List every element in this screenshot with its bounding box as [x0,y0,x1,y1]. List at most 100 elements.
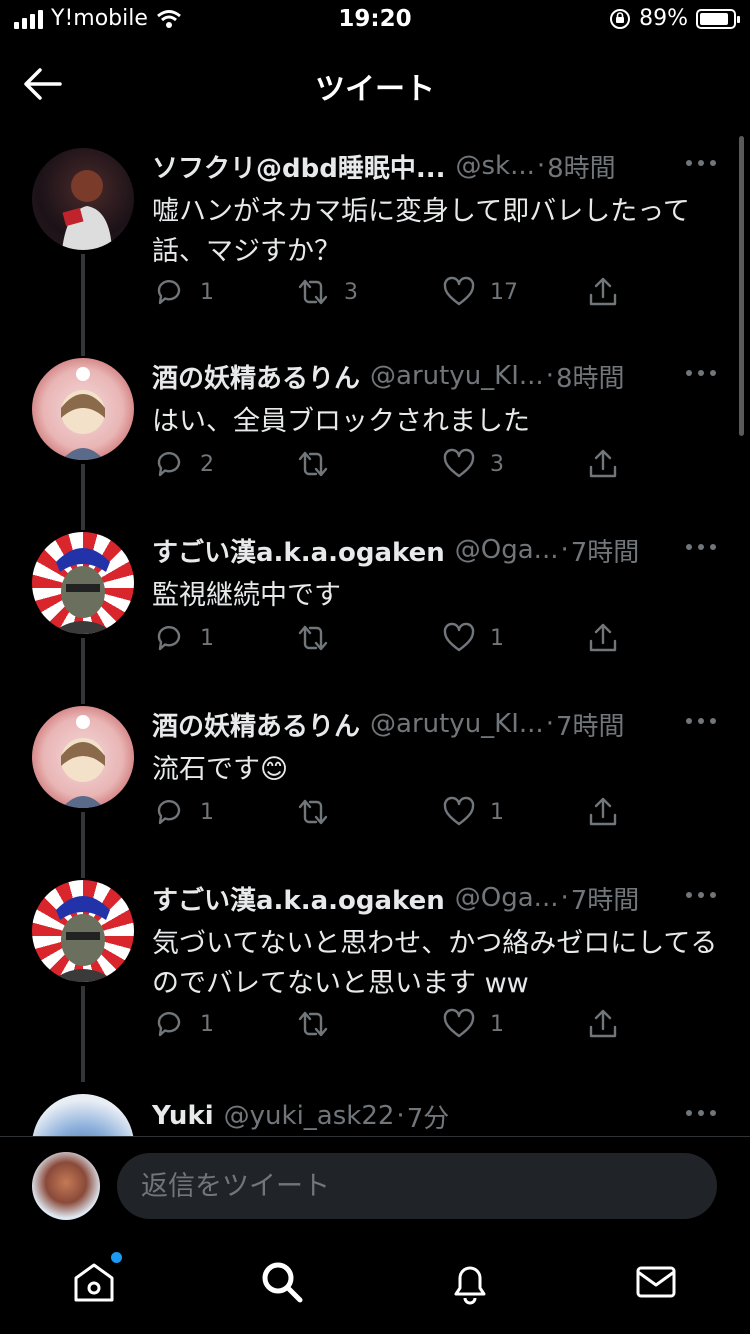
separator: · [560,535,569,565]
user-handle[interactable]: @arutyu_KI... [370,709,544,739]
avatar[interactable] [32,148,134,250]
avatar[interactable] [32,358,134,460]
reply-button[interactable]: 1 [152,1004,214,1044]
thread-connector [81,638,85,686]
separator: · [536,151,546,181]
more-options-icon[interactable] [686,544,716,554]
thread-connector [81,860,85,878]
home-icon [74,1263,114,1302]
retweet-icon [298,279,328,305]
display-name[interactable]: すごい漢a.k.a.ogaken [152,880,445,917]
tab-search[interactable] [256,1256,308,1308]
timestamp[interactable]: 8時間 [547,148,616,185]
display-name[interactable]: すごい漢a.k.a.ogaken [152,532,445,569]
tweet-text: 監視継続中です [152,580,341,611]
avatar[interactable] [32,532,134,634]
heart-icon [443,796,475,826]
retweet-button[interactable]: 3 [296,272,358,312]
like-button[interactable]: 1 [442,792,504,832]
heart-icon [443,1008,475,1038]
like-button[interactable]: 17 [442,272,518,312]
like-button[interactable]: 1 [442,618,504,658]
retweet-icon [298,1011,328,1037]
tab-home[interactable] [68,1252,122,1308]
thread-connector [81,812,85,860]
avatar[interactable] [32,880,134,982]
user-handle[interactable]: @yuki_ask22 [224,1101,395,1131]
like-button[interactable]: 1 [442,1004,504,1044]
battery-icon [696,8,740,29]
timestamp[interactable]: 8時間 [556,358,625,395]
user-handle[interactable]: @Oga... [455,883,559,913]
reply-button[interactable]: 1 [152,792,214,832]
share-button[interactable] [586,272,620,312]
retweet-button[interactable] [296,1004,330,1044]
more-options-icon[interactable] [686,1110,716,1120]
mail-icon [636,1266,676,1298]
like-count: 1 [490,1011,504,1037]
retweet-icon [298,799,328,825]
share-button[interactable] [586,444,620,484]
more-options-icon[interactable] [686,892,716,902]
display-name[interactable]: 酒の妖精あるりん [152,706,360,743]
like-count: 1 [490,799,504,825]
share-button[interactable] [586,792,620,832]
battery-percent: 89% [639,6,688,31]
reply-count: 1 [200,1011,214,1037]
reply-button[interactable]: 1 [152,272,214,312]
tab-notifications[interactable] [444,1256,496,1308]
more-options-icon[interactable] [686,160,716,170]
timestamp[interactable]: 7時間 [556,706,625,743]
tab-bar [0,1236,750,1334]
tweet[interactable]: 酒の妖精あるりん @arutyu_KI... · 7時間 流石です😊 1 1 [0,686,750,860]
like-count: 3 [490,451,504,477]
timestamp[interactable]: 7時間 [571,532,640,569]
display-name[interactable]: ソフクリ@dbd睡眠中... [152,148,445,185]
heart-icon [443,276,475,306]
more-options-icon[interactable] [686,370,716,380]
tweet-header: ソフクリ@dbd睡眠中... @sk... · 8時間 [152,146,712,186]
tweet[interactable]: Yuki @yuki_ask22 · 7分 [0,1092,750,1136]
tweet[interactable]: ソフクリ@dbd睡眠中... @sk... · 8時間 嘘ハンがネカマ垢に変身し… [0,142,750,338]
retweet-button[interactable] [296,444,330,484]
reply-button[interactable]: 1 [152,618,214,658]
separator: · [545,709,554,739]
share-icon [589,1009,617,1038]
display-name[interactable]: Yuki [152,1101,214,1131]
share-button[interactable] [586,618,620,658]
more-options-icon[interactable] [686,718,716,728]
tweet[interactable]: すごい漢a.k.a.ogaken @Oga... · 7時間 気づいてないと思わ… [0,860,750,1082]
like-button[interactable]: 3 [442,444,504,484]
tweet[interactable]: 酒の妖精あるりん @arutyu_KI... · 8時間 はい、全員ブロックされ… [0,338,750,512]
status-bar: Y!mobile 19:20 89% [0,0,750,44]
separator: · [545,361,554,391]
timestamp[interactable]: 7時間 [571,880,640,917]
avatar[interactable] [32,706,134,808]
timestamp[interactable]: 7分 [407,1098,450,1135]
tab-messages[interactable] [630,1256,682,1308]
user-handle[interactable]: @sk... [455,151,534,181]
user-handle[interactable]: @Oga... [455,535,559,565]
share-button[interactable] [586,1004,620,1044]
user-handle[interactable]: @arutyu_KI... [370,361,544,391]
avatar[interactable] [32,1094,134,1136]
notification-dot [111,1252,122,1263]
reply-button[interactable]: 2 [152,444,214,484]
retweet-button[interactable] [296,792,330,832]
like-count: 1 [490,625,504,651]
tweet-thread: ソフクリ@dbd睡眠中... @sk... · 8時間 嘘ハンがネカマ垢に変身し… [0,128,750,1136]
heart-icon [443,448,475,478]
tweet-text: はい、全員ブロックされました [152,406,530,437]
share-icon [589,623,617,652]
scrollbar[interactable] [739,136,744,436]
heart-icon [443,622,475,652]
retweet-button[interactable] [296,618,330,658]
reply-input[interactable] [117,1153,717,1219]
display-name[interactable]: 酒の妖精あるりん [152,358,360,395]
separator: · [396,1101,405,1131]
my-avatar[interactable] [32,1152,100,1220]
page-title: ツイート [315,72,435,107]
like-count: 17 [490,279,518,305]
tweet[interactable]: すごい漢a.k.a.ogaken @Oga... · 7時間 監視継続中です 1… [0,512,750,686]
thread-connector [81,254,85,338]
